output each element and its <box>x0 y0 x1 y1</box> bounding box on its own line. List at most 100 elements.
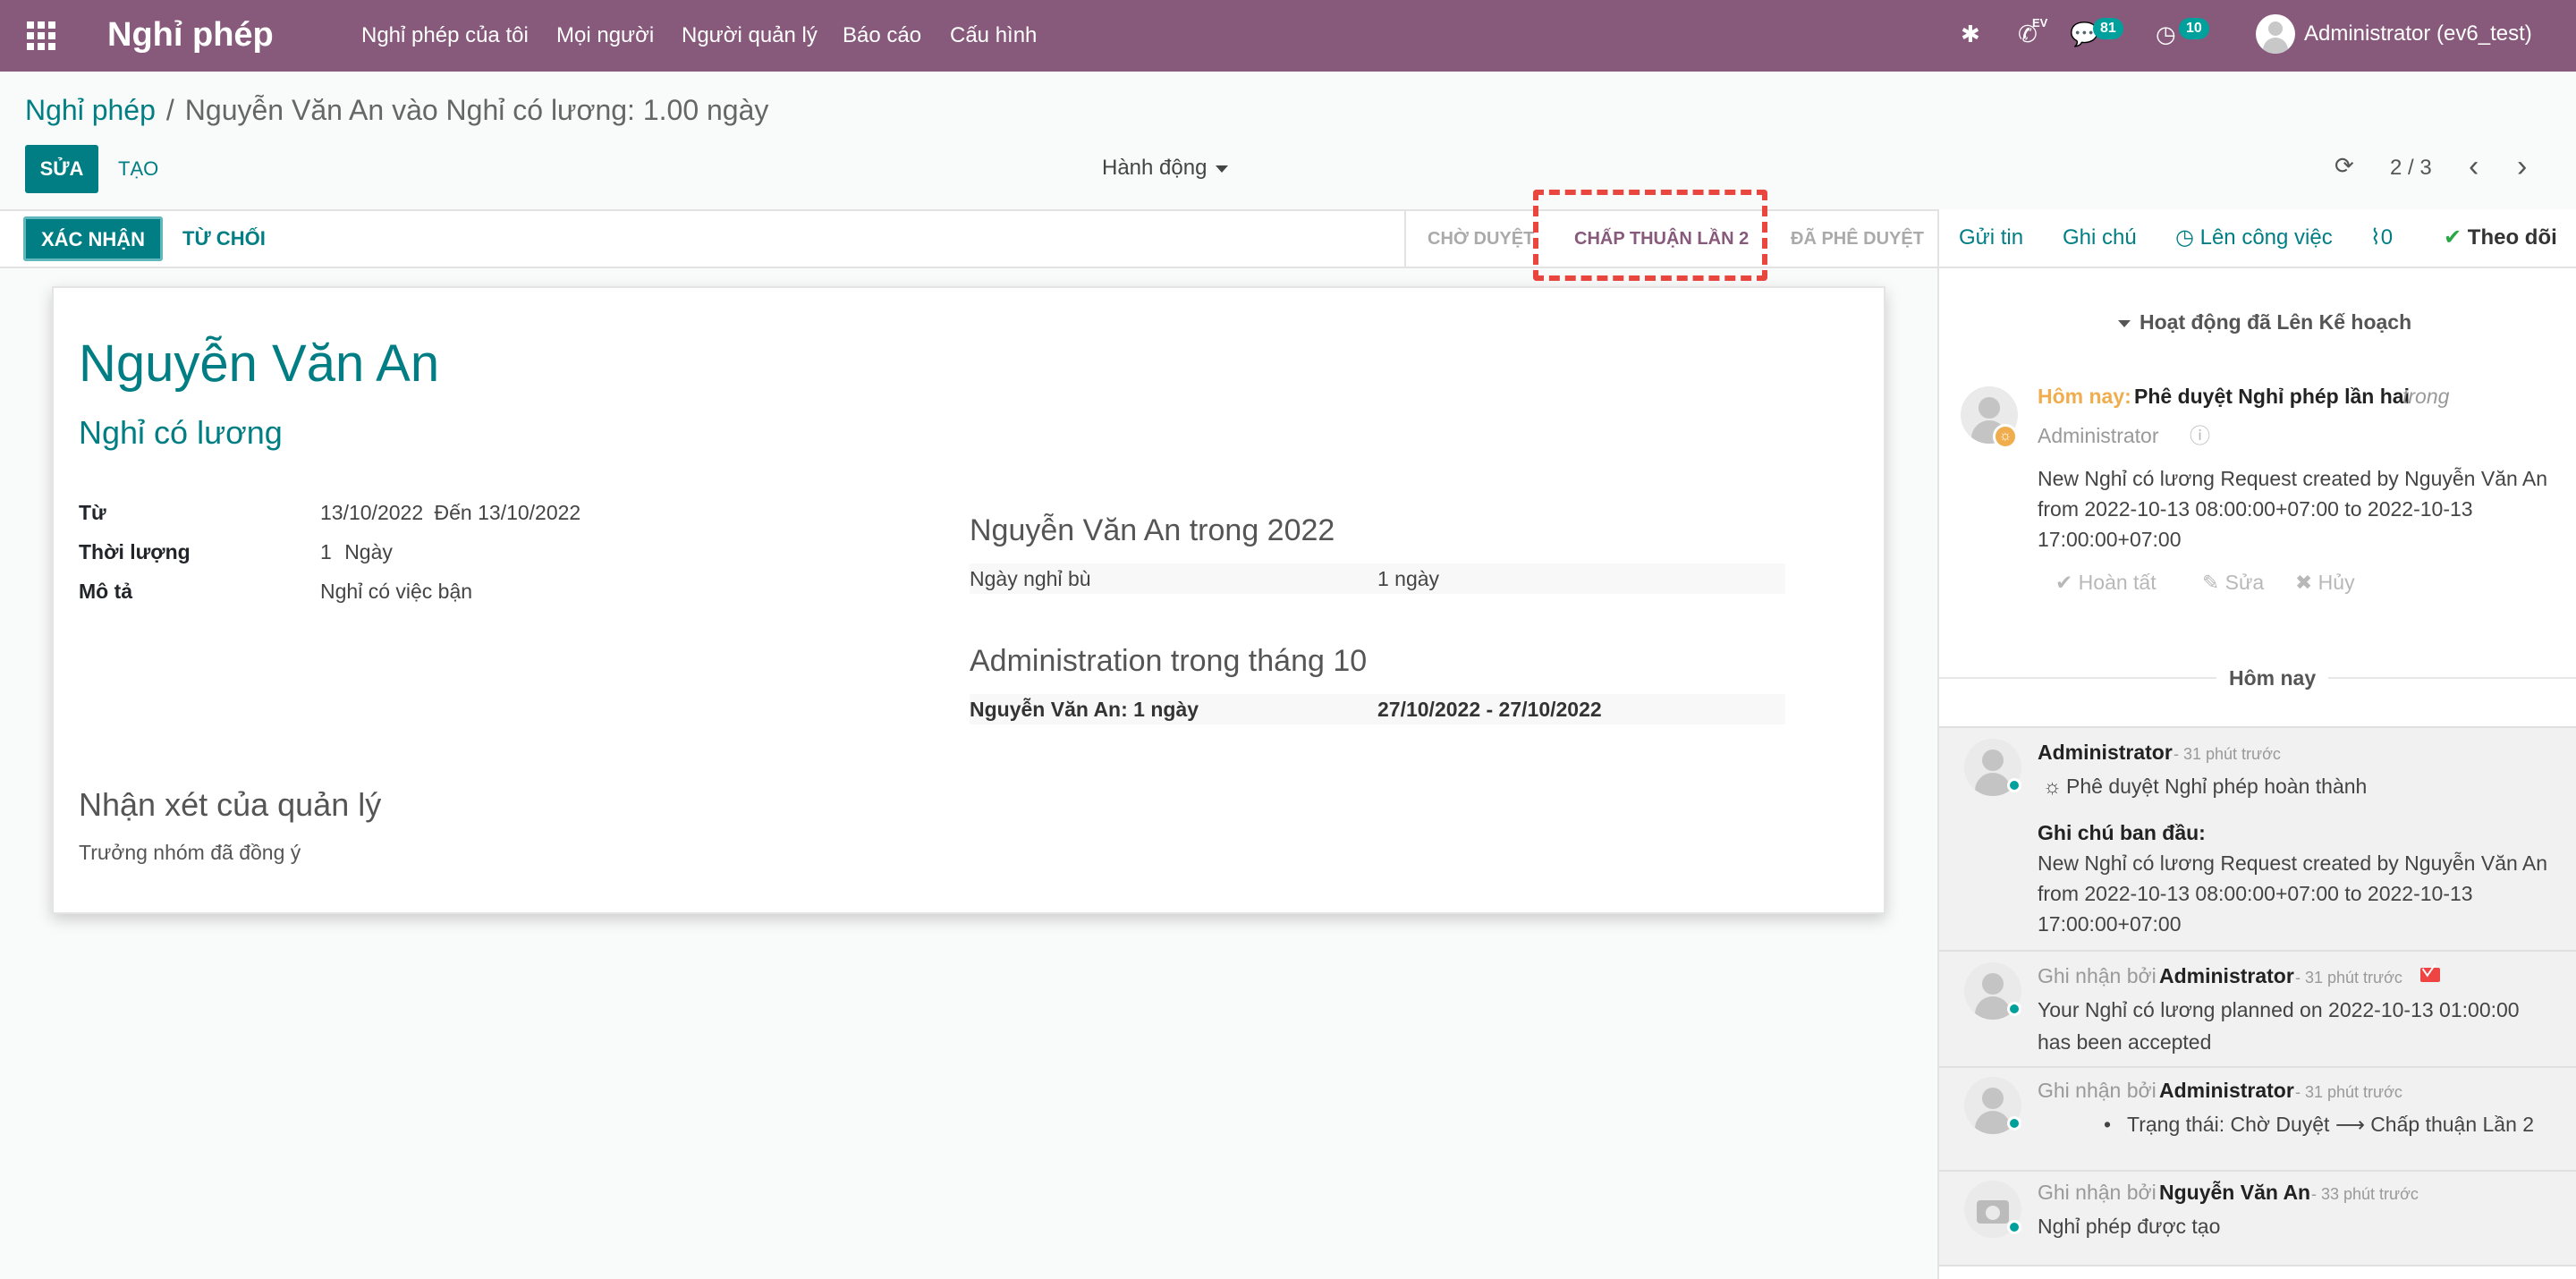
edit-activity-button[interactable]: ✎ Sửa <box>2202 567 2264 597</box>
year-summary-row: Ngày nghỉ bù 1 ngày <box>970 563 1785 594</box>
year-summary-label: Ngày nghỉ bù <box>970 567 1091 590</box>
month-summary-label: Nguyễn Văn An: 1 ngày <box>970 698 1199 721</box>
activity-note-line: New Nghỉ có lương Request created by Ngu… <box>2038 467 2548 490</box>
year-summary-title: Nguyễn Văn An trong 2022 <box>970 513 1335 547</box>
stage-waiting[interactable]: CHỜ DUYỆT <box>1428 225 1534 252</box>
breadcrumb-current: Nguyễn Văn An vào Nghỉ có lương: 1.00 ng… <box>184 94 769 126</box>
from-label: Từ <box>79 501 106 524</box>
apps-grid-icon[interactable] <box>27 21 55 50</box>
message-author[interactable]: Administrator <box>2159 961 2294 991</box>
cancel-activity-label: Hủy <box>2318 571 2355 594</box>
month-summary-value: 27/10/2022 - 27/10/2022 <box>1377 698 1602 721</box>
bug-icon[interactable]: ✱ <box>1961 20 1980 48</box>
user-avatar[interactable] <box>2256 14 2295 54</box>
message-subject: Phê duyệt Nghỉ phép hoàn thành <box>2066 775 2368 798</box>
edit-activity-label: Sửa <box>2224 571 2265 594</box>
attachments-button[interactable]: ⌇0 <box>2370 224 2393 252</box>
menu-reports[interactable]: Báo cáo <box>843 21 921 50</box>
message-time: - 31 phút trước <box>2174 745 2281 763</box>
duration-value[interactable]: 1 <box>320 540 332 563</box>
activities-header-label: Hoạt động đã Lên Kế hoạch <box>2140 310 2412 334</box>
refresh-icon[interactable]: ⟳ <box>2334 152 2354 180</box>
follow-button[interactable]: ✔ Theo dõi <box>2444 224 2557 252</box>
stage-highlight-box <box>1533 190 1767 281</box>
message-author[interactable]: Administrator <box>2038 737 2173 767</box>
refuse-button[interactable]: TỪ CHỐI <box>182 216 266 261</box>
activity-user: Administrator <box>2038 424 2159 447</box>
activities-header[interactable]: Hoạt động đã Lên Kế hoạch <box>2118 308 2411 336</box>
check-icon: ✔ <box>2444 225 2468 250</box>
activity-done-icon: ☼ <box>2043 775 2063 798</box>
messages-badge: 81 <box>2093 18 2123 39</box>
message-author[interactable]: Nguyễn Văn An <box>2159 1177 2310 1207</box>
send-message-button[interactable]: Gửi tin <box>1959 224 2023 252</box>
month-summary-row: Nguyễn Văn An: 1 ngày 27/10/2022 - 27/10… <box>970 694 1785 724</box>
app-brand[interactable]: Nghỉ phép <box>107 13 274 56</box>
stage-divider <box>1404 211 1406 267</box>
chatter-divider <box>1937 267 2576 268</box>
manager-comment-title: Nhận xét của quản lý <box>79 786 382 823</box>
manager-comment-text[interactable]: Trưởng nhóm đã đồng ý <box>79 839 301 866</box>
envelope-icon[interactable] <box>2420 968 2440 982</box>
message-line: from 2022-10-13 08:00:00+07:00 to 2022-1… <box>2038 882 2473 905</box>
pencil-icon: ✎ <box>2202 571 2225 594</box>
schedule-activity-button[interactable]: ◷ Lên công việc <box>2175 224 2333 252</box>
message-time: - 31 phút trước <box>2295 1083 2402 1101</box>
log-note-button[interactable]: Ghi chú <box>2063 224 2137 252</box>
message-divider <box>1939 1265 2576 1266</box>
cancel-activity-button[interactable]: ✖ Hủy <box>2295 567 2355 597</box>
action-label: Hành động <box>1102 156 1208 180</box>
caret-down-icon <box>2118 319 2131 327</box>
date-range: 13/10/2022 Đến 13/10/2022 <box>320 499 580 526</box>
menu-my-leaves[interactable]: Nghỉ phép của tôi <box>361 21 529 50</box>
activity-date: Hôm nay: <box>2038 385 2131 408</box>
online-status-icon <box>2007 1116 2021 1131</box>
pager-value[interactable]: 2 / 3 <box>2390 154 2432 182</box>
confirm-button[interactable]: XÁC NHẬN <box>23 216 163 261</box>
year-summary-value: 1 ngày <box>1377 567 1440 590</box>
from-date[interactable]: 13/10/2022 <box>320 501 423 524</box>
employee-name[interactable]: Nguyễn Văn An <box>79 333 439 395</box>
phone-label: EV <box>2032 16 2048 30</box>
pager-next-icon[interactable]: › <box>2517 148 2527 184</box>
edit-button[interactable]: SỬA <box>25 145 98 193</box>
month-summary-title: Administration trong tháng 10 <box>970 644 1368 678</box>
schedule-activity-label: Lên công việc <box>2199 225 2333 250</box>
message-line: New Nghỉ có lương Request created by Ngu… <box>2038 851 2548 875</box>
create-button[interactable]: TẠO <box>118 145 158 193</box>
message-prefix: Ghi nhận bởi <box>2038 1079 2157 1102</box>
follow-label: Theo dõi <box>2467 225 2557 250</box>
message-author[interactable]: Administrator <box>2159 1075 2294 1105</box>
menu-managers[interactable]: Người quản lý <box>682 21 818 50</box>
breadcrumb-parent[interactable]: Nghỉ phép <box>25 94 156 126</box>
activities-badge: 10 <box>2179 18 2209 39</box>
description-value[interactable]: Nghỉ có việc bận <box>320 578 472 605</box>
action-dropdown[interactable]: Hành động <box>1102 154 1229 182</box>
online-status-icon <box>2007 1002 2021 1016</box>
message-line: Your Nghỉ có lương planned on 2022-10-13… <box>2038 998 2520 1021</box>
message-time: - 33 phút trước <box>2311 1185 2419 1203</box>
bullet-icon: • <box>2104 1113 2112 1136</box>
to-date[interactable]: 13/10/2022 <box>478 501 580 524</box>
leave-type[interactable]: Nghỉ có lương <box>79 413 283 453</box>
stage-approved[interactable]: ĐÃ PHÊ DUYỆT <box>1791 225 1924 252</box>
duration-label: Thời lượng <box>79 540 191 563</box>
description-label: Mô tả <box>79 580 133 603</box>
menu-configuration[interactable]: Cấu hình <box>950 21 1037 50</box>
activity-type-icon: ☼ <box>1993 424 2018 449</box>
info-icon[interactable]: ⓘ <box>2190 420 2210 451</box>
menu-everyone[interactable]: Mọi người <box>556 21 654 50</box>
mark-done-button[interactable]: ✔ Hoàn tất <box>2055 567 2157 597</box>
online-status-icon <box>2007 1220 2021 1234</box>
activity-note-line: 17:00:00+07:00 <box>2038 528 2182 551</box>
message-body: Nghỉ phép được tạo <box>2038 1215 2221 1238</box>
activity-summary: Phê duyệt Nghỉ phép lần hai <box>2134 385 2410 408</box>
message-time: - 31 phút trước <box>2295 969 2402 987</box>
pager-previous-icon[interactable]: ‹ <box>2469 148 2479 184</box>
paperclip-icon: ⌇ <box>2370 225 2381 250</box>
clock-icon[interactable]: ◷ <box>2156 20 2176 48</box>
user-menu[interactable]: Administrator (ev6_test) <box>2304 20 2532 48</box>
message-divider <box>1939 726 2576 728</box>
online-status-icon <box>2007 778 2021 792</box>
message-note-title: Ghi chú ban đầu: <box>2038 821 2206 844</box>
